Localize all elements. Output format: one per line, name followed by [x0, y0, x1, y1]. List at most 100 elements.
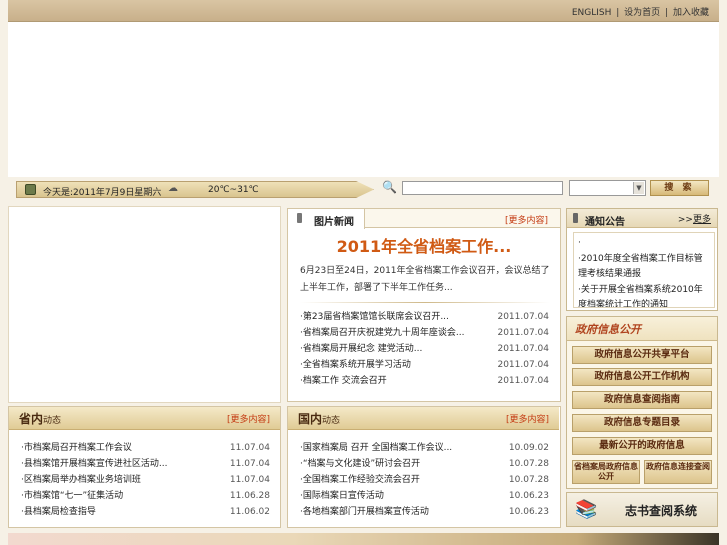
news-date: 2011.07.04 [497, 312, 549, 322]
calendar-icon [25, 184, 36, 195]
item-date: 11.07.04 [229, 475, 270, 485]
item-title[interactable]: ·市档案局召开档案工作会议 [21, 440, 132, 456]
item-date: 11.07.04 [229, 459, 270, 469]
news-tab-bar: 图片新闻 [更多内容] [288, 209, 560, 229]
search-input[interactable] [402, 181, 563, 195]
tab-label: 图片新闻 [314, 217, 354, 228]
news-date: 2011.07.04 [497, 360, 549, 370]
provincial-header: 省内动态 [更多内容] [9, 407, 280, 430]
title-main: 国内 [298, 412, 323, 426]
english-link[interactable]: ENGLISH [572, 8, 612, 18]
provincial-list: ·市档案局召开档案工作会议 11.07.04 ·县档案馆开展档案宣传进社区活动..… [21, 440, 270, 520]
list-item[interactable]: ·国际档案日宣传活动 10.06.23 [300, 488, 549, 504]
news-title[interactable]: ·档案工作 交流会召开 [300, 373, 387, 389]
item-title[interactable]: ·各地档案部门开展档案宣传活动 [300, 504, 429, 520]
news-title[interactable]: ·省档案局开展纪念 建党活动... [300, 341, 422, 357]
notice-item[interactable]: ·2010年度全省档案工作目标管理考核结果通报 [578, 252, 710, 283]
list-item[interactable]: ·档案工作 交流会召开 2011.07.04 [300, 373, 549, 389]
top-link-separator: | [616, 8, 620, 18]
more-label[interactable]: 更多 [693, 215, 711, 225]
item-date: 10.06.23 [508, 507, 549, 517]
list-item[interactable]: ·第23届省档案馆馆长联席会议召开... 2011.07.04 [300, 309, 549, 325]
item-title[interactable]: ·区档案局举办档案业务培训班 [21, 472, 141, 488]
title-main: 省内 [19, 412, 44, 426]
list-item[interactable]: ·“档案与文化建设”研讨会召开 10.07.28 [300, 456, 549, 472]
phone-icon [573, 213, 578, 223]
news-more-link[interactable]: [更多内容] [505, 213, 548, 226]
item-title[interactable]: ·县档案局检查指导 [21, 504, 96, 520]
list-item[interactable]: ·国家档案局 召开 全国档案工作会议... 10.09.02 [300, 440, 549, 456]
divider [300, 302, 550, 303]
item-date: 10.06.23 [508, 491, 549, 501]
item-title[interactable]: ·国际档案日宣传活动 [300, 488, 384, 504]
list-item[interactable]: ·省档案局开展纪念 建党活动... 2011.07.04 [300, 341, 549, 357]
gazetteer-system-banner[interactable]: 📚 志书查阅系统 [566, 492, 718, 527]
weather-icon: ☁ [168, 183, 178, 194]
domestic-news-panel: 国内动态 [更多内容] ·国家档案局 召开 全国档案工作会议... 10.09.0… [287, 406, 561, 528]
item-date: 11.06.28 [229, 491, 270, 501]
list-item[interactable]: ·市档案局召开档案工作会议 11.07.04 [21, 440, 270, 456]
gov-latest-button[interactable]: 最新公开的政府信息 [572, 437, 712, 455]
news-date: 2011.07.04 [497, 328, 549, 338]
domestic-header: 国内动态 [更多内容] [288, 407, 559, 430]
gov-bureau-info-button[interactable]: 省档案局政府信息公开 [572, 460, 640, 484]
top-link-separator: | [665, 8, 669, 18]
notice-body: · ·2010年度全省档案工作目标管理考核结果通报 ·关于开展全省档案系统201… [573, 232, 715, 308]
gov-share-platform-button[interactable]: 政府信息公开共享平台 [572, 346, 712, 364]
search-category-select[interactable]: ▼ [569, 180, 646, 196]
notice-item[interactable]: ·关于开展全省档案系统2010年度档案统计工作的通知 [578, 283, 710, 308]
news-headline[interactable]: 2011年全省档案工作... [288, 233, 560, 257]
search-icon: 🔍 [382, 180, 397, 194]
chevron-down-icon[interactable]: ▼ [633, 182, 644, 194]
banner [8, 22, 719, 177]
notice-panel: 通知公告 >>更多 · ·2010年度全省档案工作目标管理考核结果通报 ·关于开… [566, 208, 718, 311]
notice-item[interactable]: · [578, 236, 710, 252]
list-item[interactable]: ·各地档案部门开展档案宣传活动 10.06.23 [300, 504, 549, 520]
gov-work-agency-button[interactable]: 政府信息公开工作机构 [572, 368, 712, 386]
item-title[interactable]: ·县档案馆开展档案宣传进社区活动... [21, 456, 167, 472]
list-item[interactable]: ·市档案馆“七一”征集活动 11.06.28 [21, 488, 270, 504]
item-title[interactable]: ·“档案与文化建设”研讨会召开 [300, 456, 420, 472]
gov-info-title: 政府信息公开 [575, 323, 641, 336]
item-title[interactable]: ·市档案馆“七一”征集活动 [21, 488, 123, 504]
gov-link-query-button[interactable]: 政府信息连接查阅 [644, 460, 712, 484]
gov-info-panel: 政府信息公开 政府信息公开共享平台 政府信息公开工作机构 政府信息查阅指南 政府… [566, 316, 718, 489]
top-bar: ENGLISH | 设为首页 | 加入收藏 [8, 0, 719, 22]
tab-picture-news[interactable]: 图片新闻 [288, 209, 365, 229]
gov-catalog-button[interactable]: 政府信息专题目录 [572, 414, 712, 432]
set-homepage-link[interactable]: 设为首页 [624, 8, 660, 18]
notice-header: 通知公告 >>更多 [567, 209, 717, 228]
provincial-title: 省内动态 [19, 410, 61, 427]
item-title[interactable]: ·全国档案工作经验交流会召开 [300, 472, 420, 488]
news-date: 2011.07.04 [497, 376, 549, 386]
title-sub: 动态 [322, 416, 341, 426]
item-date: 11.07.04 [229, 443, 270, 453]
news-title[interactable]: ·第23届省档案馆馆长联席会议召开... [300, 309, 449, 325]
domestic-more-link[interactable]: [更多内容] [506, 412, 549, 425]
news-title[interactable]: ·全省档案系统开展学习活动 [300, 357, 411, 373]
list-item[interactable]: ·县档案馆开展档案宣传进社区活动... 11.07.04 [21, 456, 270, 472]
news-title[interactable]: ·省档案局召开庆祝建党九十周年座谈会... [300, 325, 464, 341]
footer-decoration [8, 533, 719, 545]
list-item[interactable]: ·县档案局检查指导 11.06.02 [21, 504, 270, 520]
status-bar: 今天是:2011年7月9日星期六 ☁ 20℃~31℃ [16, 181, 374, 198]
list-item[interactable]: ·全国档案工作经验交流会召开 10.07.28 [300, 472, 549, 488]
list-item[interactable]: ·区档案局举办档案业务培训班 11.07.04 [21, 472, 270, 488]
add-favorite-link[interactable]: 加入收藏 [673, 8, 709, 18]
domestic-title: 国内动态 [298, 410, 340, 427]
provincial-more-link[interactable]: [更多内容] [227, 412, 270, 425]
search-button[interactable]: 搜 索 [650, 180, 709, 196]
temperature: 20℃~31℃ [208, 185, 259, 195]
list-item[interactable]: ·省档案局召开庆祝建党九十周年座谈会... 2011.07.04 [300, 325, 549, 341]
gov-guide-button[interactable]: 政府信息查阅指南 [572, 391, 712, 409]
notice-more-link[interactable]: >>更多 [678, 212, 711, 225]
list-item[interactable]: ·全省档案系统开展学习活动 2011.07.04 [300, 357, 549, 373]
books-icon: 📚 [575, 499, 598, 520]
more-arrows: >> [677, 215, 693, 225]
item-date: 10.07.28 [508, 475, 549, 485]
news-list: ·第23届省档案馆馆长联席会议召开... 2011.07.04 ·省档案局召开庆祝… [300, 309, 549, 389]
phone-icon [297, 213, 302, 223]
item-date: 10.09.02 [508, 443, 549, 453]
item-title[interactable]: ·国家档案局 召开 全国档案工作会议... [300, 440, 452, 456]
news-summary: 6月23日至24日，2011年全省档案工作会议召开，会议总结了上半年工作，部署了… [300, 266, 550, 293]
